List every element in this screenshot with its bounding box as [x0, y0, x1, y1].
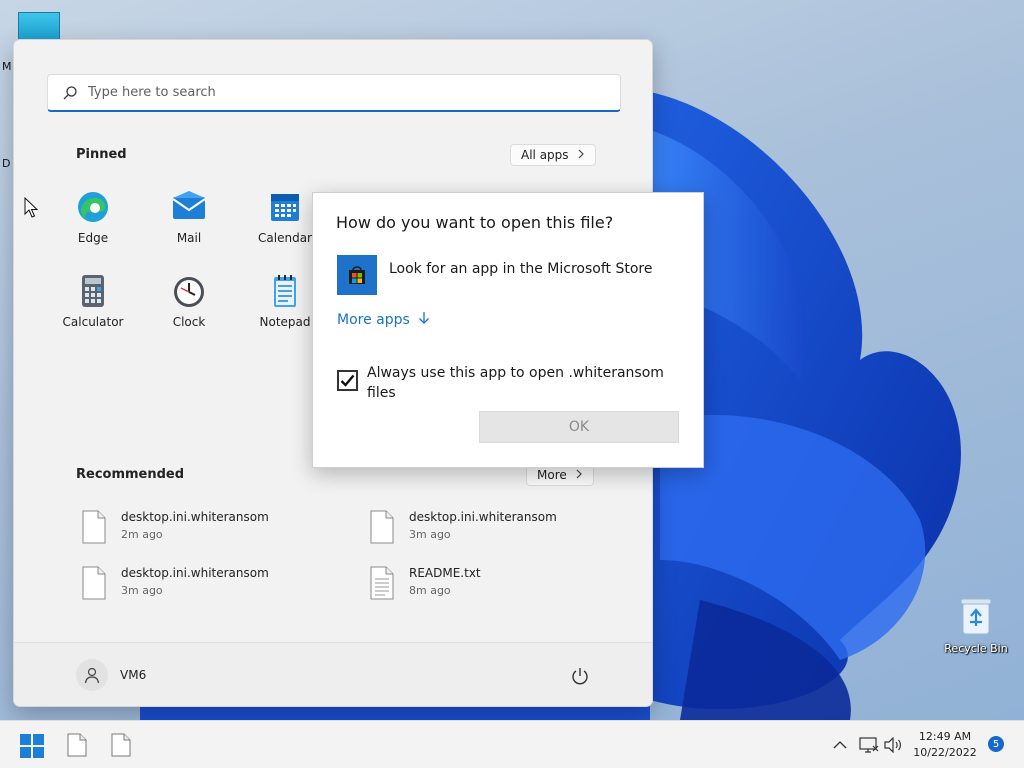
- always-use-option[interactable]: Always use this app to open .whiteransom…: [337, 363, 677, 403]
- avatar: [76, 659, 108, 691]
- calculator-icon: [76, 274, 110, 308]
- clock-time: 12:49 AM: [918, 730, 972, 743]
- search-input[interactable]: [88, 85, 588, 100]
- clock-date: 10/22/2022: [913, 746, 977, 759]
- chevron-up-icon: [833, 741, 847, 749]
- recommended-item[interactable]: desktop.ini.whiteransom 2m ago: [81, 510, 341, 550]
- dialog-title: How do you want to open this file?: [336, 213, 614, 232]
- recommended-item-name: desktop.ini.whiteransom: [121, 510, 269, 524]
- network-icon: [859, 737, 879, 753]
- taskbar-clock[interactable]: 12:49 AM 10/22/2022: [904, 729, 986, 761]
- windows-logo-icon: [20, 734, 44, 758]
- more-apps-link[interactable]: More apps: [337, 311, 430, 329]
- calendar-icon: [268, 190, 302, 224]
- network-button[interactable]: [859, 721, 879, 768]
- pinned-app-label: Mail: [176, 231, 202, 245]
- notepad-icon: [268, 274, 302, 308]
- checkmark-icon: [340, 374, 355, 387]
- taskbar: 12:49 AM 10/22/2022: [0, 720, 1024, 768]
- search-box[interactable]: [47, 74, 621, 112]
- user-icon: [84, 667, 100, 684]
- start-menu-footer: VM6: [14, 642, 652, 706]
- power-icon: [572, 668, 588, 685]
- all-apps-label: All apps: [521, 148, 569, 162]
- volume-button[interactable]: [884, 721, 904, 768]
- pinned-app-calculator[interactable]: Calculator: [48, 274, 138, 329]
- more-label: More: [537, 468, 567, 482]
- notification-badge[interactable]: 5: [988, 736, 1004, 752]
- ok-button[interactable]: OK: [479, 411, 679, 443]
- edge-icon: [76, 190, 110, 224]
- clock-icon: [172, 274, 206, 308]
- more-apps-label: More apps: [337, 312, 410, 328]
- recommended-item[interactable]: desktop.ini.whiteransom 3m ago: [369, 510, 629, 550]
- show-hidden-icons-button[interactable]: [832, 721, 848, 768]
- open-with-dialog: How do you want to open this file? Look …: [312, 192, 704, 468]
- user-account-button[interactable]: VM6: [76, 659, 146, 691]
- recommended-item-time: 8m ago: [409, 584, 451, 597]
- microsoft-store-icon: [337, 255, 377, 295]
- recycle-bin-label: Recycle Bin: [944, 642, 1008, 655]
- pinned-app-label: Clock: [172, 315, 206, 329]
- arrow-down-icon: [418, 311, 430, 329]
- desktop-label-partial: D: [2, 157, 11, 170]
- recycle-bin[interactable]: Recycle Bin: [940, 596, 1012, 655]
- store-option[interactable]: Look for an app in the Microsoft Store: [337, 255, 652, 295]
- taskbar-file-button[interactable]: [67, 733, 87, 761]
- taskbar-file-button[interactable]: [111, 733, 131, 761]
- recommended-item[interactable]: README.txt 8m ago: [369, 566, 629, 606]
- file-icon: [369, 510, 395, 544]
- pinned-app-clock[interactable]: Clock: [144, 274, 234, 329]
- start-button[interactable]: [20, 734, 44, 762]
- file-icon: [81, 566, 107, 600]
- pinned-app-edge[interactable]: Edge: [48, 190, 138, 245]
- recommended-item-name: README.txt: [409, 566, 481, 580]
- recommended-item-time: 2m ago: [121, 528, 163, 541]
- power-button[interactable]: [569, 665, 591, 687]
- recommended-item[interactable]: desktop.ini.whiteransom 3m ago: [81, 566, 341, 606]
- recommended-item-name: desktop.ini.whiteransom: [121, 566, 269, 580]
- recommended-item-name: desktop.ini.whiteransom: [409, 510, 557, 524]
- recommended-item-time: 3m ago: [121, 584, 163, 597]
- chevron-right-icon: [575, 468, 583, 482]
- user-name: VM6: [120, 668, 147, 682]
- pinned-app-mail[interactable]: Mail: [144, 190, 234, 245]
- speaker-icon: [884, 737, 901, 753]
- desktop-icon-partial[interactable]: [18, 12, 60, 42]
- recycle-bin-icon: [959, 596, 993, 636]
- pinned-app-label: Edge: [77, 231, 109, 245]
- always-use-label: Always use this app to open .whiteransom…: [367, 365, 664, 401]
- file-icon: [111, 733, 131, 757]
- pinned-title: Pinned: [76, 147, 127, 162]
- mouse-cursor-icon: [24, 196, 39, 223]
- all-apps-button[interactable]: All apps: [510, 144, 596, 166]
- search-icon: [62, 85, 78, 101]
- recommended-title: Recommended: [76, 467, 185, 482]
- mail-icon: [172, 190, 206, 224]
- always-use-checkbox[interactable]: [337, 370, 358, 391]
- chevron-right-icon: [577, 148, 585, 162]
- pinned-app-label: Calculator: [62, 315, 124, 329]
- recommended-item-time: 3m ago: [409, 528, 451, 541]
- file-icon: [81, 510, 107, 544]
- store-option-label: Look for an app in the Microsoft Store: [389, 261, 653, 277]
- file-icon: [67, 733, 87, 757]
- desktop-label-partial: M: [2, 60, 12, 73]
- text-file-icon: [369, 566, 395, 600]
